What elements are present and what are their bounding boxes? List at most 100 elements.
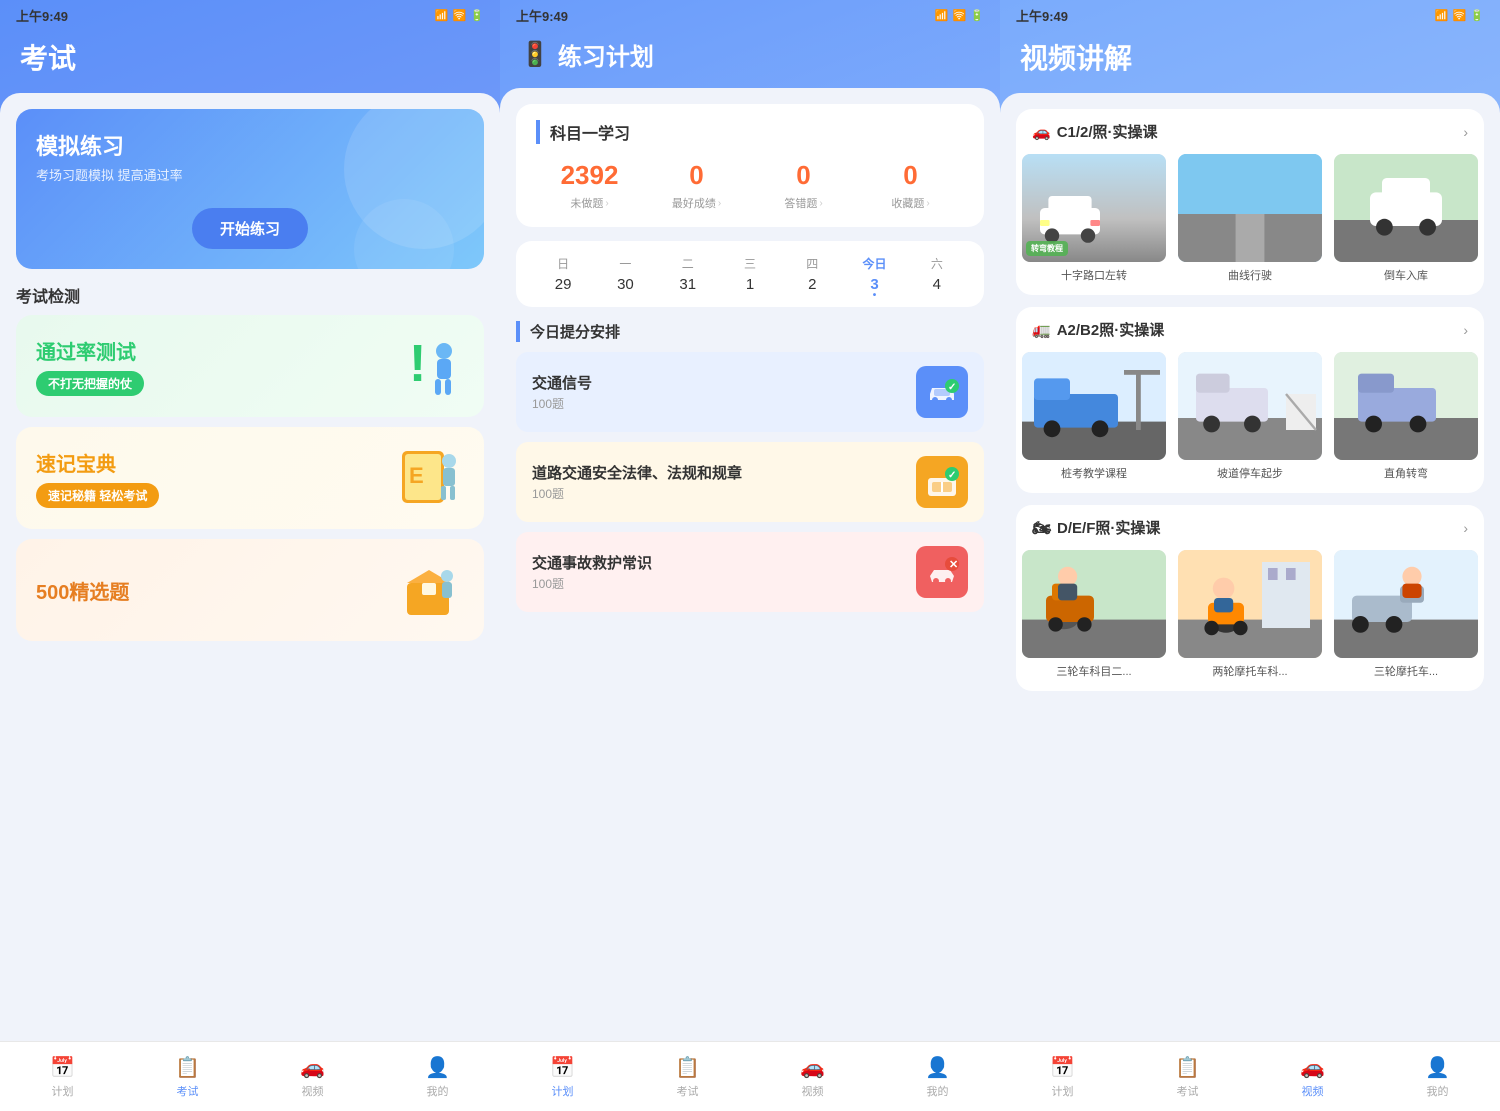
start-practice-button[interactable]: 开始练习 (192, 208, 308, 249)
video-content: 🚗 C1/2/照·实操课 › 转弯教程 (1000, 93, 1500, 1041)
time-1: 上午9:49 (16, 6, 68, 25)
cal-day-name-0: 日 (532, 255, 594, 272)
video-thumb-a2b2-1[interactable]: 坡道停车起步 (1172, 352, 1328, 481)
bottom-nav-2: 📅 计划 📋 考试 🚗 视频 👤 我的 (500, 1041, 1000, 1111)
nav-mine-1[interactable]: 👤 我的 (375, 1042, 500, 1111)
cal-day-name-2: 二 (657, 255, 719, 272)
status-icons-2: 📶 🛜 🔋 (935, 9, 984, 22)
video-thumb-label-c12-2: 倒车入库 (1334, 267, 1478, 283)
svg-text:✓: ✓ (948, 382, 956, 393)
video-thumb-img-c12-2 (1334, 154, 1478, 262)
cal-day-num-3: 1 (719, 276, 781, 293)
video-thumb-img-def-1 (1178, 550, 1322, 658)
nav-mine-2[interactable]: 👤 我的 (875, 1042, 1000, 1111)
nav-exam-icon-3: 📋 (1175, 1055, 1200, 1080)
exam-card-0[interactable]: 通过率测试 不打无把握的仗 ! (16, 315, 484, 417)
exam-card-1-text: 速记宝典 速记秘籍 轻松考试 (36, 448, 394, 508)
nav-plan-3[interactable]: 📅 计划 (1000, 1042, 1125, 1111)
nav-plan-label-1: 计划 (52, 1083, 74, 1099)
video-thumb-c12-2[interactable]: 倒车入库 (1328, 154, 1484, 283)
video-thumb-c12-1[interactable]: 曲线行驶 (1172, 154, 1328, 283)
moto-svg-def-2 (1334, 550, 1478, 658)
moto-svg-def-0 (1022, 550, 1166, 658)
video-thumb-def-1[interactable]: 两轮摩托车科... (1172, 550, 1328, 679)
cal-day-num-1: 30 (594, 276, 656, 293)
video-thumb-img-a2b2-1 (1178, 352, 1322, 460)
stat-best[interactable]: 0 最好成绩 › (643, 160, 750, 211)
nav-plan-icon-2: 📅 (550, 1055, 575, 1080)
nav-exam-2[interactable]: 📋 考试 (625, 1042, 750, 1111)
cal-day-2[interactable]: 二 31 (657, 255, 719, 293)
plan-title-text: 练习计划 (558, 37, 654, 72)
nav-video-2[interactable]: 🚗 视频 (750, 1042, 875, 1111)
cal-day-num-6: 4 (906, 276, 968, 293)
video-thumb-def-2[interactable]: 三轮摩托车... (1328, 550, 1484, 679)
exam-section-title: 考试检测 (16, 283, 484, 307)
bottom-nav-3: 📅 计划 📋 考试 🚗 视频 👤 我的 (1000, 1041, 1500, 1111)
truck-svg-a2b2-0 (1022, 352, 1166, 460)
nav-video-1[interactable]: 🚗 视频 (250, 1042, 375, 1111)
cal-day-3[interactable]: 三 1 (719, 255, 781, 293)
reverse-svg-c12-2 (1334, 154, 1478, 262)
c12-arrow-icon: › (1463, 124, 1468, 140)
cal-day-4[interactable]: 四 2 (781, 255, 843, 293)
schedule-item-0-count: 100题 (532, 395, 592, 412)
nav-exam-1[interactable]: 📋 考试 (125, 1042, 250, 1111)
schedule-item-2-count: 100题 (532, 575, 652, 592)
schedule-item-0-status: ✓ (916, 366, 968, 418)
video-section-a2b2-header[interactable]: 🚛 A2/B2照·实操课 › (1016, 307, 1484, 352)
exam-card-2[interactable]: 500精选题 (16, 539, 484, 641)
status-bar-1: 上午9:49 📶 🛜 🔋 (0, 0, 500, 29)
nav-exam-3[interactable]: 📋 考试 (1125, 1042, 1250, 1111)
stat-best-label: 最好成绩 › (643, 195, 750, 211)
nav-exam-icon-2: 📋 (675, 1055, 700, 1080)
nav-mine-3[interactable]: 👤 我的 (1375, 1042, 1500, 1111)
wifi-icon-2: 🛜 (953, 9, 967, 22)
calendar-row: 日 29 一 30 二 31 三 1 四 2 (532, 255, 968, 293)
stat-undone[interactable]: 2392 未做题 › (536, 160, 643, 211)
nav-mine-icon-1: 👤 (425, 1055, 450, 1080)
nav-plan-1[interactable]: 📅 计划 (0, 1042, 125, 1111)
cal-day-0[interactable]: 日 29 (532, 255, 594, 293)
stat-fav-val: 0 (857, 160, 964, 191)
exam-card-1[interactable]: 速记宝典 速记秘籍 轻松考试 E (16, 427, 484, 529)
video-thumb-a2b2-0[interactable]: 桩考教学课程 (1016, 352, 1172, 481)
video-section-c12: 🚗 C1/2/照·实操课 › 转弯教程 (1016, 109, 1484, 295)
video-thumb-img-a2b2-2 (1334, 352, 1478, 460)
exam-card-0-text: 通过率测试 不打无把握的仗 (36, 336, 394, 396)
stat-wrong[interactable]: 0 答错题 › (750, 160, 857, 211)
nav-plan-2[interactable]: 📅 计划 (500, 1042, 625, 1111)
cal-day-name-4: 四 (781, 255, 843, 272)
nav-video-3[interactable]: 🚗 视频 (1250, 1042, 1375, 1111)
schedule-title: 今日提分安排 (516, 321, 984, 342)
cal-day-num-today: 3 (843, 276, 905, 293)
wifi-icon-3: 🛜 (1453, 9, 1467, 22)
calendar-card: 日 29 一 30 二 31 三 1 四 2 (516, 241, 984, 307)
schedule-item-0[interactable]: 交通信号 100题 ✓ (516, 352, 984, 432)
video-thumb-c12-0[interactable]: 转弯教程 十字路口左转 (1016, 154, 1172, 283)
video-section-c12-header[interactable]: 🚗 C1/2/照·实操课 › (1016, 109, 1484, 154)
cal-day-1[interactable]: 一 30 (594, 255, 656, 293)
schedule-item-1[interactable]: 道路交通安全法律、法规和规章 100题 ✓ (516, 442, 984, 522)
video-thumb-def-0[interactable]: 三轮车科目二... (1016, 550, 1172, 679)
cal-day-name-1: 一 (594, 255, 656, 272)
video-header: 视频讲解 (1000, 29, 1500, 93)
signal-icon: 📶 (435, 9, 449, 22)
moto-icon-def: 🏍 (1032, 519, 1051, 537)
plan-content: 科目一学习 2392 未做题 › 0 最好成绩 › (500, 88, 1000, 1041)
exam-card-2-icon (394, 555, 464, 625)
def-arrow-icon: › (1463, 520, 1468, 536)
cal-day-today[interactable]: 今日 3 (843, 255, 905, 293)
stat-fav[interactable]: 0 收藏题 › (857, 160, 964, 211)
study-card-title: 科目一学习 (536, 120, 964, 144)
schedule-item-1-status: ✓ (916, 456, 968, 508)
cal-day-6[interactable]: 六 4 (906, 255, 968, 293)
video-thumb-a2b2-2[interactable]: 直角转弯 (1328, 352, 1484, 481)
a2b2-arrow-icon: › (1463, 322, 1468, 338)
schedule-item-2[interactable]: 交通事故救护常识 100题 ✕ (516, 532, 984, 612)
video-section-a2b2: 🚛 A2/B2照·实操课 › (1016, 307, 1484, 493)
nav-video-icon-3: 🚗 (1300, 1055, 1325, 1080)
stat-best-val: 0 (643, 160, 750, 191)
video-section-def-header[interactable]: 🏍 D/E/F照·实操课 › (1016, 505, 1484, 550)
exam-cards-list: 通过率测试 不打无把握的仗 ! (16, 315, 484, 641)
